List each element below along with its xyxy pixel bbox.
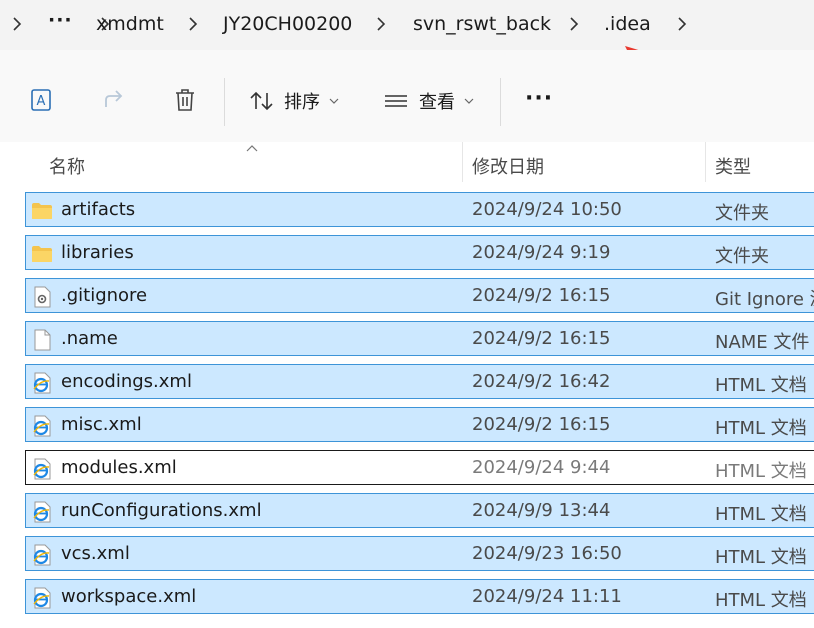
breadcrumb-item[interactable]: svn_rswt_back — [413, 12, 551, 36]
file-modified-date: 2024/9/24 9:19 — [472, 242, 611, 263]
sort-label: 排序 — [284, 92, 320, 113]
more-options-button[interactable]: ··· — [525, 86, 553, 111]
breadcrumb-current[interactable]: .idea — [604, 12, 651, 36]
file-modified-date: 2024/9/24 11:11 — [472, 586, 622, 607]
file-type: NAME 文件 — [715, 332, 810, 353]
share-icon[interactable] — [101, 87, 127, 113]
chevron-right-icon[interactable] — [186, 12, 200, 36]
file-name: libraries — [61, 242, 134, 263]
toolbar-divider — [224, 78, 225, 126]
column-header-row: 名称 修改日期 类型 — [0, 142, 814, 186]
blank-file-icon — [31, 329, 53, 351]
file-modified-date: 2024/9/9 13:44 — [472, 500, 611, 521]
file-modified-date: 2024/9/2 16:42 — [472, 371, 611, 392]
file-row[interactable]: workspace.xml 2024/9/24 11:11 HTML 文档 — [25, 579, 814, 614]
chevron-right-icon[interactable] — [374, 12, 388, 36]
file-type: Git Ignore 源 — [715, 289, 814, 310]
html-file-icon — [31, 415, 53, 437]
view-label: 查看 — [419, 92, 455, 113]
file-name: workspace.xml — [61, 586, 197, 607]
html-file-icon — [31, 501, 53, 523]
folder-icon — [31, 243, 53, 265]
html-file-icon — [31, 587, 53, 609]
html-file-icon — [31, 458, 53, 480]
file-row[interactable]: .gitignore 2024/9/2 16:15 Git Ignore 源 — [25, 278, 814, 313]
file-row[interactable]: runConfigurations.xml 2024/9/9 13:44 HTML … — [25, 493, 814, 528]
file-name: encodings.xml — [61, 371, 192, 392]
file-type: HTML 文档 — [715, 418, 807, 439]
chevron-right-icon[interactable] — [567, 12, 581, 36]
column-divider[interactable] — [462, 142, 463, 182]
chevron-down-icon — [329, 98, 339, 104]
column-header-name[interactable]: 名称 — [49, 153, 85, 179]
settings-file-icon — [31, 286, 53, 308]
file-modified-date: 2024/9/23 16:50 — [472, 543, 622, 564]
view-list-icon — [385, 95, 407, 107]
file-name: .gitignore — [61, 285, 148, 306]
breadcrumb-item[interactable]: xmdmt — [96, 12, 164, 36]
file-type: HTML 文档 — [715, 375, 807, 396]
file-modified-date: 2024/9/24 10:50 — [472, 199, 622, 220]
rename-icon[interactable]: A — [28, 87, 54, 113]
file-row[interactable]: libraries 2024/9/24 9:19 文件夹 — [25, 235, 814, 270]
file-type: 文件夹 — [715, 246, 769, 267]
file-modified-date: 2024/9/2 16:15 — [472, 328, 611, 349]
file-type: HTML 文档 — [715, 590, 807, 611]
file-name: vcs.xml — [61, 543, 130, 564]
toolbar-divider — [500, 78, 501, 126]
breadcrumb-item[interactable]: JY20CH00200 — [223, 12, 352, 36]
sort-icon — [250, 91, 273, 111]
column-header-date[interactable]: 修改日期 — [472, 153, 544, 179]
file-row[interactable]: artifacts 2024/9/24 10:50 文件夹 — [25, 192, 814, 227]
html-file-icon — [31, 372, 53, 394]
delete-icon[interactable] — [172, 87, 198, 113]
column-divider[interactable] — [705, 142, 706, 182]
file-row[interactable]: misc.xml 2024/9/2 16:15 HTML 文档 — [25, 407, 814, 442]
file-name: artifacts — [61, 199, 136, 220]
address-bar[interactable]: ··· xmdmt JY20CH00200 svn_rswt_back .ide… — [0, 0, 814, 50]
file-type: 文件夹 — [715, 203, 769, 224]
chevron-right-icon[interactable] — [675, 12, 689, 36]
sort-button[interactable]: 排序 — [248, 88, 340, 114]
file-name: .name — [61, 328, 118, 349]
file-modified-date: 2024/9/24 9:44 — [472, 457, 611, 478]
chevron-down-icon — [464, 98, 474, 104]
file-name: modules.xml — [61, 457, 177, 478]
file-modified-date: 2024/9/2 16:15 — [472, 285, 611, 306]
file-modified-date: 2024/9/2 16:15 — [472, 414, 611, 435]
file-row[interactable]: encodings.xml 2024/9/2 16:42 HTML 文档 — [25, 364, 814, 399]
html-file-icon — [31, 544, 53, 566]
file-type: HTML 文档 — [715, 547, 807, 568]
folder-icon — [31, 200, 53, 222]
file-type: HTML 文档 — [715, 461, 807, 482]
view-button[interactable]: 查看 — [383, 88, 475, 114]
file-row[interactable]: modules.xml 2024/9/24 9:44 HTML 文档 — [25, 450, 814, 485]
svg-text:A: A — [37, 94, 46, 109]
file-name: misc.xml — [61, 414, 142, 435]
breadcrumb-overflow[interactable]: ··· — [48, 8, 73, 32]
file-type: HTML 文档 — [715, 504, 807, 525]
chevron-right-icon[interactable] — [10, 12, 24, 36]
file-name: runConfigurations.xml — [61, 500, 262, 521]
file-row[interactable]: .name 2024/9/2 16:15 NAME 文件 — [25, 321, 814, 356]
file-row[interactable]: vcs.xml 2024/9/23 16:50 HTML 文档 — [25, 536, 814, 571]
sort-ascending-icon — [246, 145, 258, 152]
command-bar: A 排序 查看 ··· — [0, 50, 814, 143]
column-header-type[interactable]: 类型 — [715, 153, 751, 179]
